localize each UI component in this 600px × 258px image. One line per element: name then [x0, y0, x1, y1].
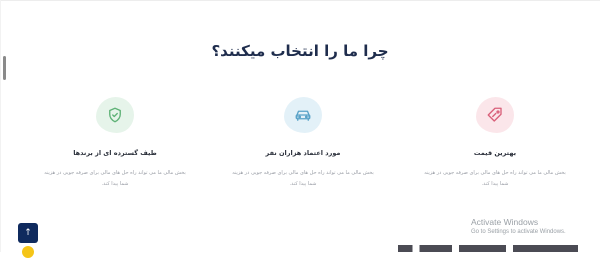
- section-heading: چرا ما را انتخاب میکنند؟: [211, 42, 389, 60]
- watermark-subtitle: Go to Settings to activate Windows.: [471, 229, 566, 235]
- arrow-up-icon: ↑: [24, 228, 32, 238]
- feature-icon-badge: [476, 97, 514, 133]
- feature-icon-badge: [96, 97, 134, 133]
- car-icon: [295, 110, 311, 121]
- page: چرا ما را انتخاب میکنند؟ طیف گسترده ای ا…: [0, 0, 600, 258]
- feature-title: طیف گسترده ای از برندها: [73, 149, 157, 157]
- feature-card-trusted: مورد اعتماد هزاران نفر بخش مالی ما می تو…: [228, 97, 378, 190]
- feature-card-best-price: بهترین قیمت بخش مالی ما می تواند راه حل …: [420, 97, 570, 190]
- windows-activation-watermark: Activate Windows Go to Settings to activ…: [471, 217, 566, 235]
- scroll-to-top-button[interactable]: ↑: [18, 223, 38, 243]
- price-tag-icon: [487, 107, 502, 122]
- page-scrollbar-track[interactable]: [0, 0, 1, 252]
- feature-title: مورد اعتماد هزاران نفر: [265, 149, 341, 157]
- next-section-heading-peek: [398, 245, 578, 252]
- watermark-title: Activate Windows: [471, 217, 539, 227]
- chat-widget-edge[interactable]: [22, 246, 34, 258]
- top-divider: [0, 0, 600, 1]
- feature-icon-badge: [284, 97, 322, 133]
- feature-description: بخش مالی ما می تواند راه حل های مالی برا…: [44, 170, 186, 187]
- feature-description: بخش مالی ما می تواند راه حل های مالی برا…: [424, 170, 566, 187]
- feature-description: بخش مالی ما می تواند راه حل های مالی برا…: [232, 170, 374, 187]
- feature-card-brands: طیف گسترده ای از برندها بخش مالی ما می ت…: [40, 97, 190, 190]
- shield-check-icon: [109, 107, 121, 123]
- feature-title: بهترین قیمت: [473, 149, 517, 157]
